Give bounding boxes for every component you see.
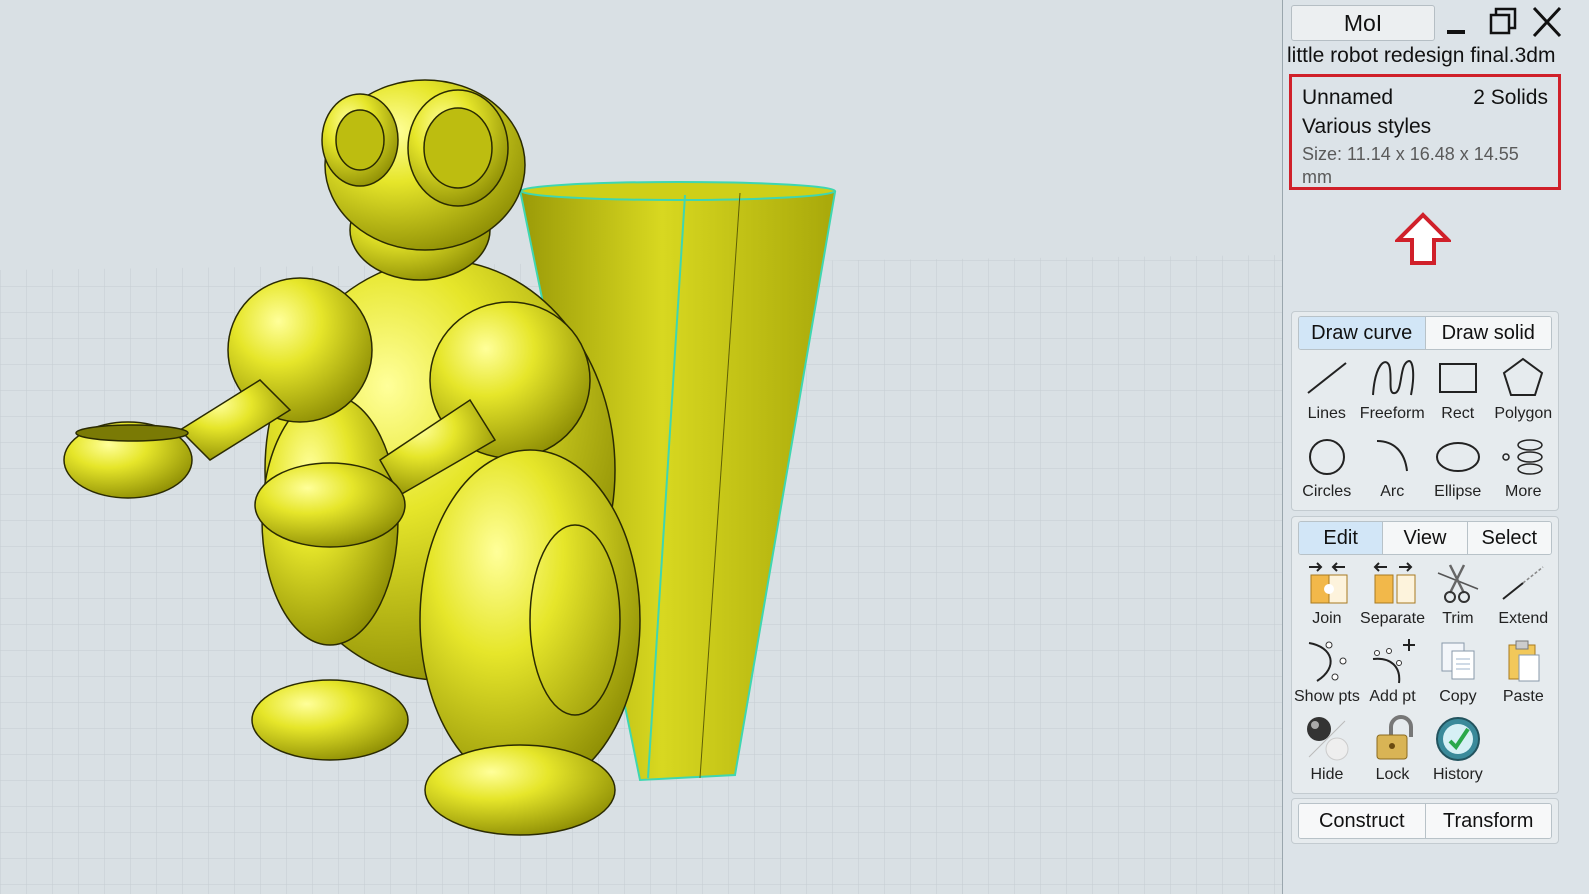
object-size: Size: 11.14 x 16.48 x 14.55 mm — [1302, 144, 1519, 187]
tool-circles[interactable]: Circles — [1294, 432, 1360, 510]
tab-view[interactable]: View — [1383, 522, 1468, 554]
line-icon — [1307, 362, 1347, 394]
object-name[interactable]: Unnamed — [1302, 83, 1393, 112]
join-icon — [1308, 562, 1348, 604]
draw-tabs: Draw curve Draw solid — [1298, 316, 1552, 350]
tool-lock[interactable]: Lock — [1360, 715, 1425, 793]
tool-separate[interactable]: Separate — [1360, 559, 1425, 637]
tab-edit[interactable]: Edit — [1299, 522, 1384, 554]
tool-hide[interactable]: Hide — [1294, 715, 1360, 793]
tool-join[interactable]: Join — [1294, 559, 1360, 637]
circle-icon — [1308, 439, 1345, 475]
history-icon — [1435, 717, 1480, 761]
construct-transform-bar: Construct Transform — [1291, 798, 1559, 844]
tool-ellipse[interactable]: Ellipse — [1425, 432, 1491, 510]
tool-more[interactable]: More — [1491, 432, 1557, 510]
tool-rect[interactable]: Rect — [1425, 354, 1491, 432]
close-icon[interactable] — [1529, 4, 1565, 40]
tab-select[interactable]: Select — [1467, 522, 1551, 554]
side-panel: MoI little robot redesign final.3dm Unna… — [1282, 0, 1589, 894]
rectangle-icon — [1438, 363, 1477, 393]
helix-icon — [1502, 439, 1543, 475]
hide-icon — [1306, 717, 1349, 761]
file-name: little robot redesign final.3dm — [1287, 44, 1556, 67]
tool-trim[interactable]: Trim — [1425, 559, 1490, 637]
object-count: 2 Solids — [1473, 86, 1548, 109]
tool-history[interactable]: History — [1425, 715, 1490, 793]
tool-lines[interactable]: Lines — [1294, 354, 1360, 432]
add-point-icon — [1372, 639, 1415, 684]
minimize-icon[interactable] — [1439, 4, 1475, 40]
extend-icon — [1502, 566, 1544, 600]
3d-viewport[interactable] — [0, 0, 1282, 894]
show-points-icon — [1308, 641, 1347, 682]
object-style[interactable]: Various styles — [1302, 112, 1431, 141]
separate-icon — [1373, 562, 1415, 604]
restore-icon[interactable] — [1485, 4, 1521, 40]
moi-menu-button[interactable]: MoI — [1291, 5, 1435, 41]
tool-extend[interactable]: Extend — [1491, 559, 1556, 637]
up-arrow-icon — [1395, 212, 1451, 265]
lock-icon — [1376, 715, 1413, 760]
tab-draw-curve[interactable]: Draw curve — [1299, 317, 1426, 349]
paste-icon — [1508, 640, 1540, 682]
tool-polygon[interactable]: Polygon — [1491, 354, 1557, 432]
viewport-scene — [0, 0, 1282, 894]
tool-add-pt[interactable]: Add pt — [1360, 637, 1425, 715]
tab-transform[interactable]: Transform — [1425, 804, 1551, 838]
polygon-icon — [1503, 357, 1544, 396]
edit-palette: Edit View Select Join Separate Trim Exte… — [1291, 516, 1559, 794]
scissors-icon — [1437, 564, 1479, 603]
arc-icon — [1377, 440, 1409, 472]
tool-paste[interactable]: Paste — [1491, 637, 1556, 715]
copy-icon — [1441, 642, 1475, 680]
properties-box[interactable]: Unnamed 2 Solids Various styles Size: 11… — [1289, 74, 1561, 190]
draw-palette: Draw curve Draw solid Lines Freeform Rec… — [1291, 311, 1559, 511]
tool-freeform[interactable]: Freeform — [1360, 354, 1426, 432]
tool-copy[interactable]: Copy — [1425, 637, 1490, 715]
tab-construct[interactable]: Construct — [1299, 804, 1426, 838]
tool-arc[interactable]: Arc — [1360, 432, 1426, 510]
tool-show-pts[interactable]: Show pts — [1294, 637, 1360, 715]
freeform-curve-icon — [1372, 359, 1415, 396]
tab-draw-solid[interactable]: Draw solid — [1425, 317, 1551, 349]
ellipse-icon — [1435, 442, 1480, 472]
edit-tabs: Edit View Select — [1298, 521, 1552, 555]
